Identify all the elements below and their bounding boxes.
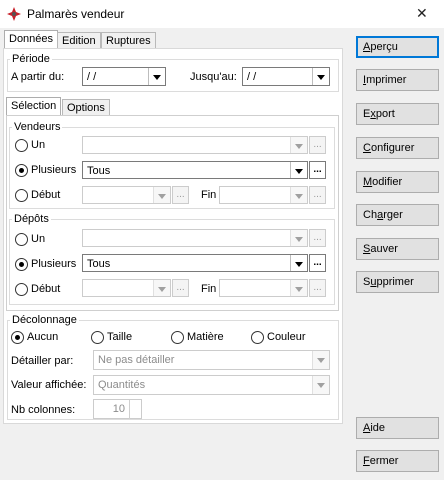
nbcol-stepper[interactable]: 10 xyxy=(93,399,142,419)
depots-un-radio[interactable] xyxy=(15,233,28,246)
decolonnage-matiere-label: Matière xyxy=(187,331,224,343)
configurer-button[interactable]: Configurer xyxy=(356,137,439,159)
chevron-down-icon[interactable] xyxy=(312,376,329,394)
vendeurs-plusieurs-label: Plusieurs xyxy=(31,164,77,176)
depots-plusieurs-combo[interactable]: Tous xyxy=(82,254,308,272)
decolonnage-couleur-label: Couleur xyxy=(267,331,306,343)
window-title: Palmarès vendeur xyxy=(27,7,125,21)
chevron-down-icon[interactable] xyxy=(312,351,329,369)
chevron-down-icon[interactable] xyxy=(290,230,307,246)
to-date-field[interactable]: / / xyxy=(242,67,330,86)
vendeurs-un-browse-button[interactable]: ... xyxy=(309,136,326,154)
tab-edition[interactable]: Edition xyxy=(57,32,101,49)
depots-label: Dépôts xyxy=(12,213,51,225)
vendeurs-plusieurs-combo[interactable]: Tous xyxy=(82,161,308,179)
chevron-down-icon[interactable] xyxy=(148,68,165,85)
decolonnage-taille-radio[interactable] xyxy=(91,331,104,344)
vendeurs-debut-radio[interactable] xyxy=(15,189,28,202)
app-logo-icon xyxy=(7,7,21,21)
detailler-label: Détailler par: xyxy=(11,355,74,367)
chevron-down-icon[interactable] xyxy=(312,68,329,85)
chevron-down-icon[interactable] xyxy=(153,280,170,296)
sauver-button[interactable]: Sauver xyxy=(356,238,439,260)
chevron-down-icon[interactable] xyxy=(153,187,170,203)
decolonnage-matiere-radio[interactable] xyxy=(171,331,184,344)
valeur-value: Quantités xyxy=(98,379,146,391)
fermer-button[interactable]: Fermer xyxy=(356,450,439,472)
valeur-select[interactable]: Quantités xyxy=(93,375,330,395)
vendeurs-un-radio[interactable] xyxy=(15,139,28,152)
decolonnage-taille-label: Taille xyxy=(107,331,133,343)
depots-debut-radio[interactable] xyxy=(15,283,28,296)
chevron-down-icon[interactable] xyxy=(290,280,307,296)
detailler-select[interactable]: Ne pas détailler xyxy=(93,350,330,370)
modifier-button[interactable]: Modifier xyxy=(356,171,439,193)
vendeurs-fin-browse-button[interactable]: ... xyxy=(309,186,326,204)
depots-un-label: Un xyxy=(31,233,46,245)
depots-debut-label: Début xyxy=(31,283,61,295)
depots-debut-combo[interactable] xyxy=(82,279,171,297)
periode-label: Période xyxy=(10,53,52,65)
chevron-down-icon[interactable] xyxy=(290,255,307,271)
vendeurs-debut-label: Début xyxy=(31,189,61,201)
vendeurs-fin-label: Fin xyxy=(201,189,217,201)
vendeurs-plusieurs-radio[interactable] xyxy=(15,164,28,177)
depots-fin-browse-button[interactable]: ... xyxy=(309,279,326,297)
spin-down-icon[interactable] xyxy=(129,409,141,419)
depots-fin-combo[interactable] xyxy=(219,279,308,297)
vendeurs-label: Vendeurs xyxy=(12,121,63,133)
apercu-button[interactable]: Aperçu xyxy=(356,36,439,58)
tab-options[interactable]: Options xyxy=(62,99,110,116)
depots-un-combo[interactable] xyxy=(82,229,308,247)
to-date-value: / / xyxy=(247,71,257,83)
supprimer-button[interactable]: Supprimer xyxy=(356,271,439,293)
imprimer-button[interactable]: Imprimer xyxy=(356,69,439,91)
vendeurs-un-combo[interactable] xyxy=(82,136,308,154)
chevron-down-icon[interactable] xyxy=(290,162,307,178)
exporter-button[interactable]: Export xyxy=(356,103,439,125)
decolonnage-aucun-label: Aucun xyxy=(27,331,59,343)
nbcol-label: Nb colonnes: xyxy=(11,404,76,416)
depots-un-browse-button[interactable]: ... xyxy=(309,229,326,247)
vendeurs-un-label: Un xyxy=(31,139,46,151)
detailler-value: Ne pas détailler xyxy=(98,354,175,366)
depots-plusieurs-label: Plusieurs xyxy=(31,258,77,270)
depots-debut-browse-button[interactable]: ... xyxy=(172,279,189,297)
vendeurs-debut-browse-button[interactable]: ... xyxy=(172,186,189,204)
to-date-label: Jusqu'au: xyxy=(190,71,237,83)
chevron-down-icon[interactable] xyxy=(290,137,307,153)
depots-plusieurs-radio[interactable] xyxy=(15,258,28,271)
decolonnage-couleur-radio[interactable] xyxy=(251,331,264,344)
close-icon[interactable]: ✕ xyxy=(416,5,428,22)
valeur-label: Valeur affichée: xyxy=(11,379,87,391)
charger-button[interactable]: Charger xyxy=(356,204,439,226)
depots-fin-label: Fin xyxy=(201,283,217,295)
aide-button[interactable]: Aide xyxy=(356,417,439,439)
decolonnage-aucun-radio[interactable] xyxy=(11,331,24,344)
depots-plusieurs-browse-button[interactable]: ... xyxy=(309,254,326,272)
vendeurs-plusieurs-value: Tous xyxy=(87,165,111,177)
from-date-label: A partir du: xyxy=(11,71,65,83)
from-date-value: / / xyxy=(87,71,97,83)
from-date-field[interactable]: / / xyxy=(82,67,166,86)
depots-plusieurs-value: Tous xyxy=(87,258,111,270)
chevron-down-icon[interactable] xyxy=(290,187,307,203)
nbcol-value: 10 xyxy=(112,403,125,415)
vendeurs-debut-combo[interactable] xyxy=(82,186,171,204)
tab-donnees[interactable]: Données xyxy=(4,30,59,49)
vendeurs-fin-combo[interactable] xyxy=(219,186,308,204)
tab-ruptures[interactable]: Ruptures xyxy=(101,32,156,49)
vendeurs-plusieurs-browse-button[interactable]: ... xyxy=(309,161,326,179)
decolonnage-label: Décolonnage xyxy=(10,314,79,326)
tab-selection[interactable]: Sélection xyxy=(6,97,62,116)
